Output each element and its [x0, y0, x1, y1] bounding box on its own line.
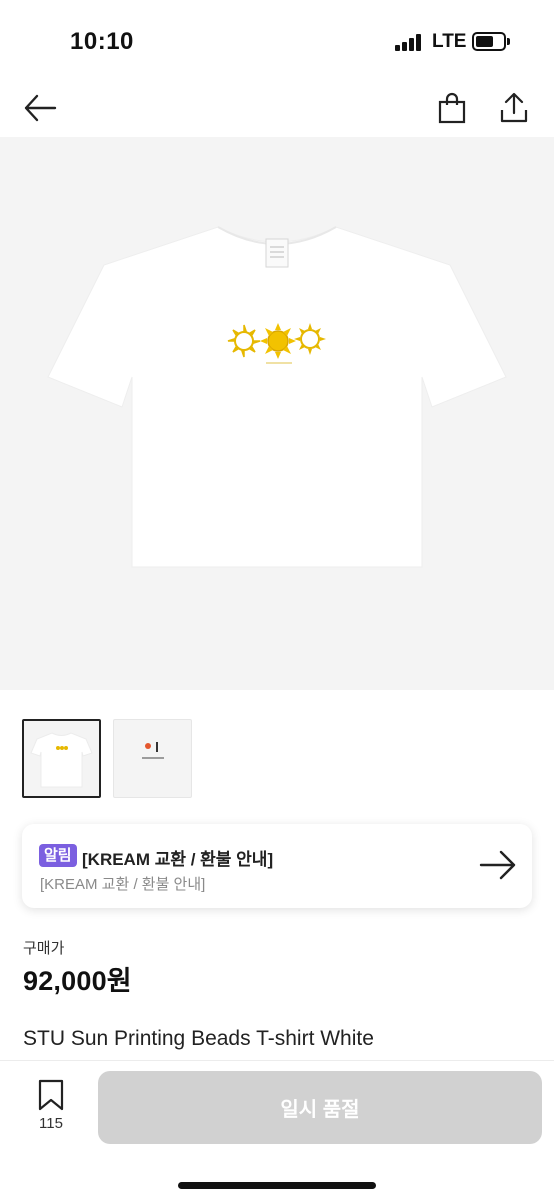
notice-badge: 알림 — [39, 844, 77, 867]
status-time: 10:10 — [70, 28, 134, 55]
top-nav — [0, 80, 554, 136]
network-label: LTE — [432, 31, 467, 52]
battery-icon — [472, 32, 506, 51]
sun-print-2 — [260, 323, 296, 359]
product-name: STU Sun Printing Beads T-shirt White — [23, 1027, 374, 1050]
home-indicator — [178, 1182, 376, 1189]
price-label: 구매가 — [23, 940, 65, 957]
bookmark-button[interactable]: 115 — [30, 1079, 72, 1139]
sold-out-button[interactable]: 일시 품절 — [98, 1071, 542, 1144]
tshirt-image — [47, 226, 507, 568]
share-icon — [500, 92, 528, 123]
tshirt-thumbnail-icon — [30, 732, 93, 788]
arrow-right-icon — [479, 850, 516, 880]
shopping-bag-button[interactable] — [434, 90, 470, 126]
notice-card[interactable]: 알림 [KREAM 교환 / 환불 안내] [KREAM 교환 / 환불 안내] — [22, 824, 532, 908]
share-button[interactable] — [496, 90, 532, 126]
back-arrow-icon — [24, 94, 57, 122]
battery-tip — [507, 38, 510, 45]
shopping-bag-icon — [438, 92, 466, 124]
bookmark-icon — [38, 1079, 64, 1111]
back-button[interactable] — [22, 90, 58, 126]
signal-icon — [395, 33, 423, 51]
bottom-action-bar: 115 일시 품절 — [0, 1060, 554, 1200]
notice-title: [KREAM 교환 / 환불 안내] — [82, 850, 274, 869]
product-image[interactable] — [0, 137, 554, 690]
status-bar: 10:10 LTE — [0, 0, 554, 80]
notice-subtitle: [KREAM 교환 / 환불 안내] — [40, 876, 206, 893]
price-value: 92,000원 — [23, 966, 132, 996]
thumbnail-list — [22, 719, 192, 799]
detail-thumbnail-icon — [142, 742, 164, 759]
thumbnail-front[interactable] — [22, 719, 101, 798]
bookmark-count: 115 — [39, 1115, 63, 1132]
thumbnail-detail[interactable] — [113, 719, 192, 798]
